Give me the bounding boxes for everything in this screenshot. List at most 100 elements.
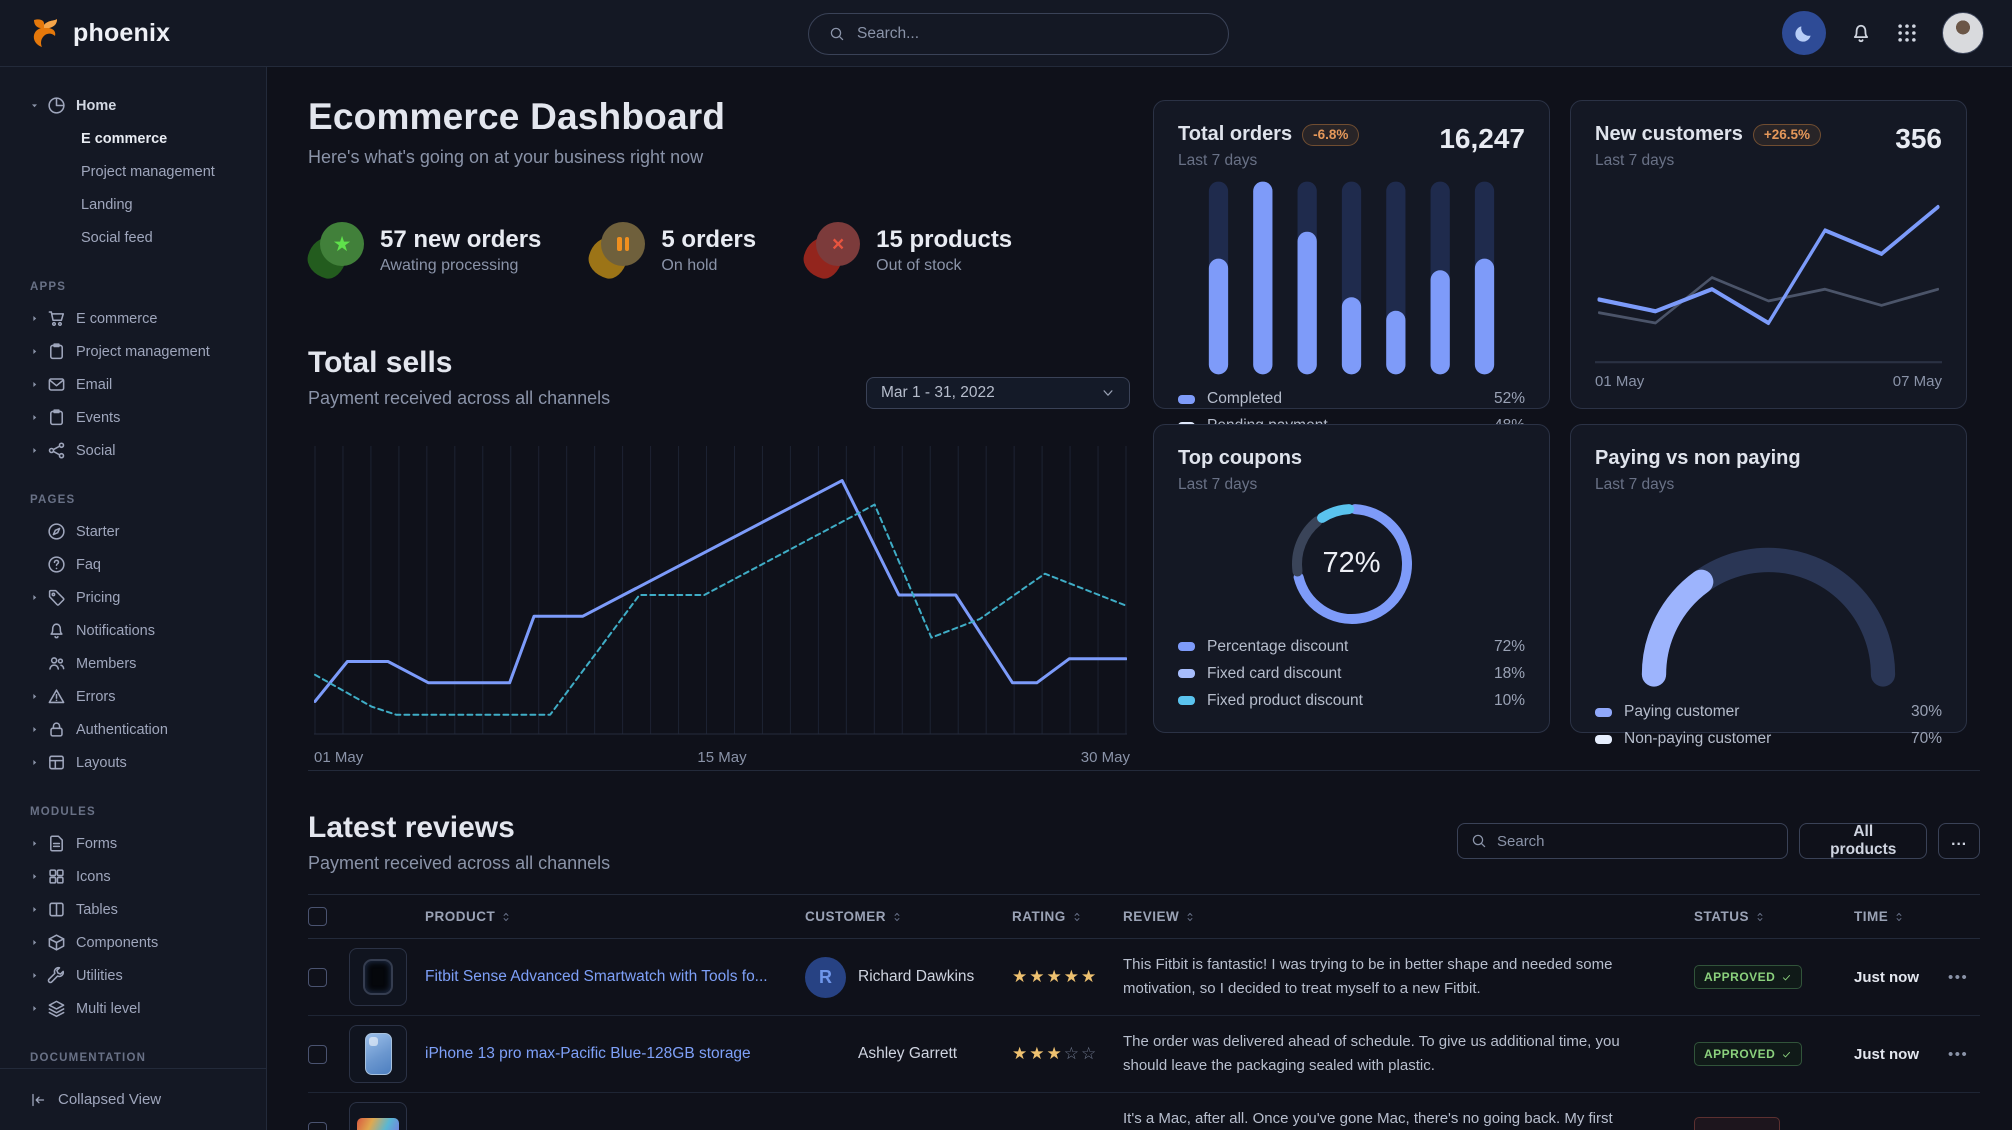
row-checkbox[interactable] — [308, 1045, 327, 1064]
sidebar-item-components[interactable]: Components — [0, 926, 266, 959]
sidebar-subitem-landing[interactable]: Landing — [0, 188, 266, 221]
user-avatar[interactable] — [1942, 12, 1984, 54]
sidebar-item-icons[interactable]: Icons — [0, 860, 266, 893]
tag-icon — [47, 588, 67, 608]
sidebar-subitem-social-feed[interactable]: Social feed — [0, 221, 266, 254]
legend-row: Fixed card discount 18% — [1178, 660, 1525, 687]
lock-icon — [47, 720, 67, 740]
more-options-button[interactable]: ... — [1938, 823, 1980, 859]
legend-value: 10% — [1494, 692, 1525, 710]
sidebar-item-social[interactable]: Social — [0, 434, 266, 467]
apps-grid-button[interactable] — [1896, 22, 1918, 44]
x-icon: × — [804, 222, 862, 278]
product-thumbnail[interactable] — [349, 1102, 407, 1130]
select-all-checkbox[interactable] — [308, 907, 327, 926]
new-customers-line-chart: 01 May 07 May — [1595, 184, 1942, 390]
grid-icon — [47, 867, 67, 887]
stat-out-of-stock: × 15 products Out of stock — [804, 222, 1012, 278]
sidebar-item-utilities[interactable]: Utilities — [0, 959, 266, 992]
sidebar-item-project-management[interactable]: Project management — [0, 335, 266, 368]
stat-value: 5 orders — [661, 226, 756, 254]
column-header-customer[interactable]: CUSTOMER — [805, 909, 1012, 924]
question-icon — [47, 555, 67, 575]
sidebar-item-errors[interactable]: Errors — [0, 680, 266, 713]
ecommerce-dashboard-page: phoenix Search... HomeE commerceProject … — [0, 0, 2012, 1130]
sidebar-subitem-e-commerce[interactable]: E commerce — [0, 122, 266, 155]
sidebar-item-members[interactable]: Members — [0, 647, 266, 680]
check-icon — [1781, 1049, 1792, 1060]
sidebar-item-label: Utilities — [76, 968, 123, 984]
sidebar-item-label: Authentication — [76, 722, 168, 738]
caret-right-icon — [30, 905, 44, 914]
pie-icon — [47, 96, 67, 116]
product-link[interactable]: Fitbit Sense Advanced Smartwatch with To… — [425, 968, 805, 986]
legend-swatch — [1595, 735, 1612, 744]
product-thumbnail[interactable] — [349, 1025, 407, 1083]
row-more-button[interactable]: ••• — [1948, 969, 1980, 986]
stat-orders-on-hold: 5 orders On hold — [589, 222, 756, 278]
brand-logo[interactable]: phoenix — [28, 16, 170, 50]
row-checkbox[interactable] — [308, 968, 327, 987]
sidebar-item-e-commerce[interactable]: E commerce — [0, 302, 266, 335]
sidebar-section-documentation: DOCUMENTATION — [0, 1052, 266, 1064]
sidebar-item-faq[interactable]: Faq — [0, 548, 266, 581]
legend-label: Percentage discount — [1207, 638, 1348, 656]
check-icon — [1781, 972, 1792, 983]
caret-right-icon — [30, 1004, 44, 1013]
legend-swatch — [1178, 696, 1195, 705]
product-thumbnail[interactable] — [349, 948, 407, 1006]
sidebar-item-label: Home — [76, 98, 116, 114]
row-more-button[interactable]: ••• — [1948, 1046, 1980, 1063]
kpi-cards-grid: Total orders -6.8% Last 7 days 16,247 Co… — [1153, 67, 1967, 735]
sidebar-item-email[interactable]: Email — [0, 368, 266, 401]
collapsed-view-toggle[interactable]: Collapsed View — [0, 1068, 266, 1130]
product-link[interactable]: iPhone 13 pro max-Pacific Blue-128GB sto… — [425, 1045, 805, 1063]
sidebar-item-label: Components — [76, 935, 158, 951]
all-products-button[interactable]: All products — [1799, 823, 1927, 859]
caret-right-icon — [30, 593, 44, 602]
box-icon — [47, 933, 67, 953]
sidebar-item-pricing[interactable]: Pricing — [0, 581, 266, 614]
sidebar-item-starter[interactable]: Starter — [0, 515, 266, 548]
sidebar-item-label: Social — [76, 443, 116, 459]
sidebar-item-home[interactable]: Home — [0, 89, 266, 122]
sidebar-item-authentication[interactable]: Authentication — [0, 713, 266, 746]
card-title: New customers — [1595, 123, 1743, 146]
legend-row: Paying customer 30% — [1595, 699, 1942, 726]
legend-row: Completed 52% — [1178, 386, 1525, 413]
global-search-input[interactable]: Search... — [808, 13, 1229, 55]
column-header-time[interactable]: TIME — [1854, 909, 1948, 924]
theme-toggle-button[interactable] — [1782, 11, 1826, 55]
sidebar-item-events[interactable]: Events — [0, 401, 266, 434]
sidebar-item-forms[interactable]: Forms — [0, 827, 266, 860]
dashboard-left-column: Ecommerce Dashboard Here's what's going … — [308, 67, 1130, 735]
column-header-rating[interactable]: RATING — [1012, 909, 1123, 924]
caret-right-icon — [30, 758, 44, 767]
sidebar-item-tables[interactable]: Tables — [0, 893, 266, 926]
date-range-select[interactable]: Mar 1 - 31, 2022 — [866, 377, 1130, 409]
new-customers-x-axis: 01 May 07 May — [1595, 365, 1942, 390]
card-new-customers: New customers +26.5% Last 7 days 356 01 … — [1570, 100, 1967, 409]
column-header-status[interactable]: STATUS — [1694, 909, 1854, 924]
total-sells-title: Total sells — [308, 346, 610, 380]
column-header-review[interactable]: REVIEW — [1123, 909, 1694, 924]
macbook-image — [357, 1118, 399, 1130]
legend-label: Paying customer — [1624, 703, 1739, 721]
card-title: Paying vs non paying — [1595, 447, 1801, 470]
notifications-button[interactable] — [1850, 22, 1872, 44]
sidebar-item-notifications[interactable]: Notifications — [0, 614, 266, 647]
column-header-product[interactable]: PRODUCT — [425, 909, 805, 924]
sidebar-item-label: Layouts — [76, 755, 127, 771]
legend-value: 18% — [1494, 665, 1525, 683]
collapsed-view-label: Collapsed View — [58, 1091, 161, 1108]
sidebar-subitem-project-management[interactable]: Project management — [0, 155, 266, 188]
sidebar-item-layouts[interactable]: Layouts — [0, 746, 266, 779]
star-icon: ★ — [308, 222, 366, 278]
row-checkbox[interactable] — [308, 1122, 327, 1130]
status-badge: APPROVED — [1694, 965, 1802, 989]
reviews-search-input[interactable]: Search — [1457, 823, 1788, 859]
sidebar-item-multi-level[interactable]: Multi level — [0, 992, 266, 1025]
sidebar: HomeE commerceProject managementLandingS… — [0, 67, 267, 1130]
grid-9-icon — [1896, 22, 1918, 44]
layers-icon — [47, 999, 67, 1019]
